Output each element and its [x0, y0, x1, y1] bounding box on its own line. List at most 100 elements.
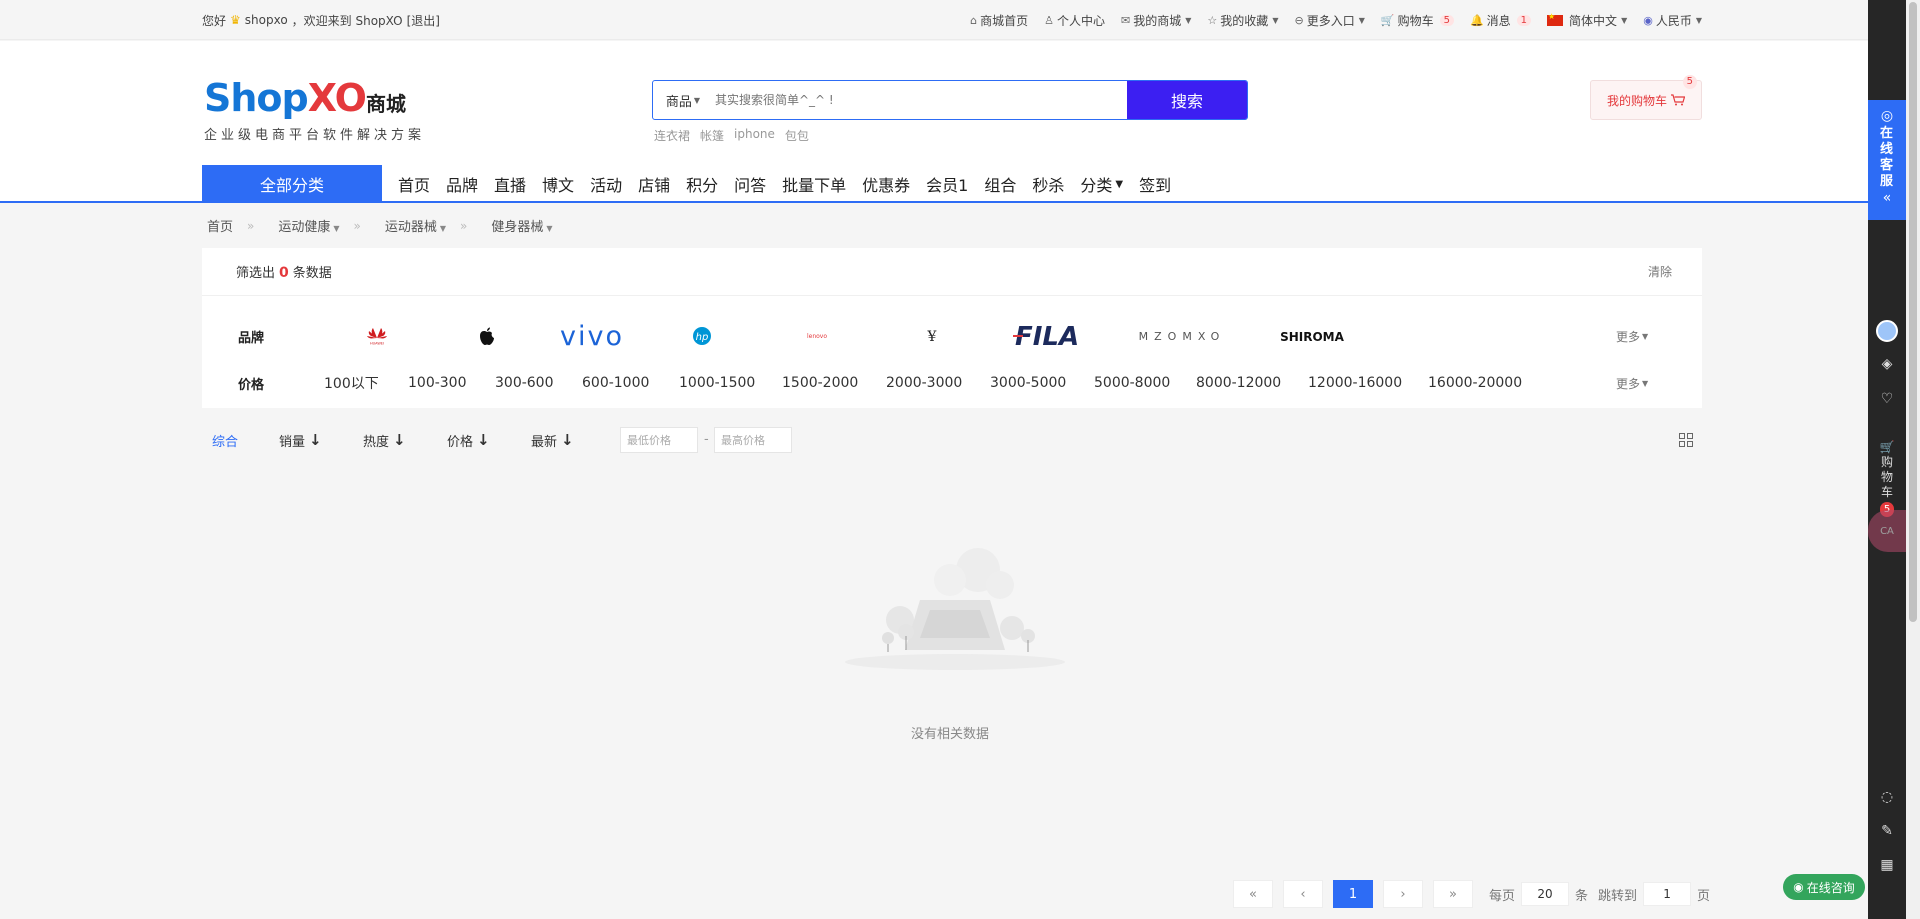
- breadcrumb-item[interactable]: 运动健康 ▼: [278, 216, 339, 235]
- nav-item-activity[interactable]: 活动: [582, 172, 630, 196]
- breadcrumb-item[interactable]: 健身器械 ▼: [491, 216, 552, 235]
- sort-popularity[interactable]: 热度 ↓: [363, 431, 406, 450]
- price-range-option[interactable]: 1500-2000: [782, 375, 858, 391]
- top-nav-messages[interactable]: 🔔 消息 1: [1470, 12, 1532, 29]
- brand-apple[interactable]: [442, 316, 532, 356]
- nav-item-points[interactable]: 积分: [678, 172, 726, 196]
- chat-icon[interactable]: ◌: [1878, 788, 1896, 806]
- nav-item-shops[interactable]: 店铺: [630, 172, 678, 196]
- next-page-button[interactable]: ›: [1383, 880, 1423, 908]
- all-categories-button[interactable]: 全部分类: [202, 165, 382, 203]
- breadcrumb-item[interactable]: 运动器械 ▼: [385, 216, 446, 235]
- edit-icon[interactable]: ✎: [1878, 822, 1896, 840]
- nav-item-category[interactable]: 分类 ▼: [1072, 172, 1131, 196]
- price-range-option[interactable]: 16000-20000: [1428, 375, 1522, 391]
- hot-keyword[interactable]: 包包: [785, 127, 809, 144]
- price-range-option[interactable]: 8000-12000: [1196, 375, 1281, 391]
- sort-sales[interactable]: 销量 ↓: [279, 431, 322, 450]
- grid-cell: [1687, 433, 1693, 439]
- nav-item-bulk-order[interactable]: 批量下单: [774, 172, 854, 196]
- top-nav-favorites[interactable]: ☆ 我的收藏 ▼: [1207, 12, 1278, 29]
- scrollbar[interactable]: [1906, 0, 1920, 919]
- sidebar-ca-button[interactable]: CA: [1868, 510, 1906, 552]
- price-range-option[interactable]: 12000-16000: [1308, 375, 1402, 391]
- top-nav-my-mall[interactable]: ✉ 我的商城 ▼: [1121, 12, 1191, 29]
- nav-item-checkin[interactable]: 签到: [1131, 172, 1179, 196]
- nav-item-member[interactable]: 会员1: [918, 172, 976, 196]
- price-range-option[interactable]: 100以下: [324, 373, 379, 393]
- brand-fila[interactable]: FILA: [982, 316, 1112, 356]
- brand-ysl[interactable]: ¥: [882, 316, 982, 356]
- price-range-option[interactable]: 1000-1500: [679, 375, 755, 391]
- clear-filter-button[interactable]: 清除: [1648, 263, 1672, 280]
- chevron-down-icon: ▼: [1695, 15, 1702, 25]
- search-button[interactable]: 搜索: [1127, 81, 1247, 119]
- nav-item-brand[interactable]: 品牌: [438, 172, 486, 196]
- per-page-input[interactable]: 20: [1521, 882, 1570, 906]
- top-nav-cart[interactable]: 🛒 购物车 5: [1381, 12, 1454, 29]
- price-range-option[interactable]: 2000-3000: [886, 375, 962, 391]
- top-nav-user-center[interactable]: ♙ 个人中心: [1044, 12, 1105, 29]
- cart-icon: 🛒: [1879, 440, 1895, 454]
- search-category-select[interactable]: 商品 ▼: [653, 81, 713, 119]
- prev-page-button[interactable]: ‹: [1283, 880, 1323, 908]
- breadcrumb-item[interactable]: 首页: [207, 216, 233, 235]
- grid-view-icon[interactable]: [1679, 433, 1693, 447]
- top-nav-language[interactable]: 简体中文▼: [1547, 12, 1627, 29]
- top-nav-currency[interactable]: ◉ 人民币 ▼: [1643, 12, 1702, 29]
- max-price-input[interactable]: 最高价格: [714, 427, 792, 453]
- top-nav: ⌂ 商城首页 ♙ 个人中心 ✉ 我的商城 ▼ ☆ 我的收藏 ▼ ⊖ 更多入口 ▼ 🛒 购物车 5 🔔…: [970, 12, 1702, 29]
- price-range-option[interactable]: 600-1000: [582, 375, 649, 391]
- price-more-button[interactable]: 更多 ▼: [1616, 375, 1648, 392]
- brand-shiroma[interactable]: SHIROMA: [1252, 316, 1372, 356]
- brand-vivo[interactable]: vivo: [532, 316, 652, 356]
- brand-lenovo[interactable]: lenovo: [752, 316, 882, 356]
- nav-item-home[interactable]: 首页: [390, 172, 438, 196]
- sort-newest[interactable]: 最新 ↓: [531, 431, 574, 450]
- logo[interactable]: ShopXO商城 企业级电商平台软件解决方案: [204, 76, 429, 143]
- brand-more-button[interactable]: 更多 ▼: [1616, 328, 1648, 345]
- nav-item-bundle[interactable]: 组合: [976, 172, 1024, 196]
- nav-item-coupons[interactable]: 优惠券: [854, 172, 918, 196]
- first-page-button[interactable]: «: [1233, 880, 1273, 908]
- price-range-option[interactable]: 300-600: [495, 375, 554, 391]
- sort-price[interactable]: 价格 ↓: [447, 431, 490, 450]
- search-input[interactable]: [713, 81, 1127, 119]
- brand-huawei[interactable]: HUAWEI: [312, 316, 442, 356]
- jump-to-label: 跳转到: [1598, 888, 1638, 904]
- price-range-option[interactable]: 3000-5000: [990, 375, 1066, 391]
- hot-keyword[interactable]: 连衣裙: [654, 127, 690, 144]
- min-price-input[interactable]: 最低价格: [620, 427, 698, 453]
- logout-link[interactable]: [退出]: [407, 12, 440, 29]
- brand-hp[interactable]: hp: [652, 316, 752, 356]
- avatar[interactable]: [1876, 320, 1898, 342]
- current-page-button[interactable]: 1: [1333, 880, 1373, 908]
- last-page-button[interactable]: »: [1433, 880, 1473, 908]
- chevron-down-icon: ▼: [693, 95, 701, 105]
- sidebar-cart-button[interactable]: 🛒 购物车 5: [1878, 440, 1896, 517]
- caret-down-icon: ▼: [1115, 178, 1124, 190]
- top-nav-home[interactable]: ⌂ 商城首页: [970, 12, 1028, 29]
- mini-cart-button[interactable]: 我的购物车 5: [1590, 75, 1702, 120]
- svg-text:SHIROMA: SHIROMA: [1280, 330, 1345, 344]
- online-service-button[interactable]: ◎ 在线客服 «: [1868, 100, 1906, 220]
- username[interactable]: shopxo: [245, 13, 288, 27]
- top-nav-more-entry[interactable]: ⊖ 更多入口 ▼: [1294, 12, 1364, 29]
- sort-comprehensive[interactable]: 综合: [212, 431, 238, 450]
- hot-keyword[interactable]: iphone: [734, 127, 775, 144]
- heart-icon[interactable]: ♡: [1878, 390, 1896, 408]
- breadcrumb: 首页 » 运动健康 ▼ » 运动器械 ▼ » 健身器械 ▼: [207, 216, 553, 236]
- scrollbar-thumb[interactable]: [1909, 2, 1917, 622]
- nav-item-blog[interactable]: 博文: [534, 172, 582, 196]
- nav-item-flash-sale[interactable]: 秒杀: [1024, 172, 1072, 196]
- online-consult-button[interactable]: ◉ 在线咨询: [1783, 874, 1865, 900]
- coupon-icon[interactable]: ◈: [1878, 355, 1896, 373]
- brand-mzomxo[interactable]: MZOMXO: [1112, 316, 1252, 356]
- hot-keyword[interactable]: 帐篷: [700, 127, 724, 144]
- price-range-option[interactable]: 5000-8000: [1094, 375, 1170, 391]
- nav-item-qa[interactable]: 问答: [726, 172, 774, 196]
- nav-item-live[interactable]: 直播: [486, 172, 534, 196]
- jump-page-input[interactable]: 1: [1643, 882, 1692, 906]
- price-range-option[interactable]: 100-300: [408, 375, 467, 391]
- grid-icon[interactable]: ▦: [1878, 856, 1896, 874]
